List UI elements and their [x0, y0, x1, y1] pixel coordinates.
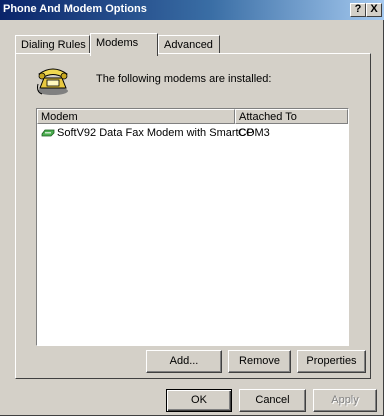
title-bar[interactable]: Phone And Modem Options ? X	[0, 0, 384, 20]
intro-text: The following modems are installed:	[96, 73, 272, 85]
close-button[interactable]: X	[366, 3, 382, 17]
tab-advanced[interactable]: Advanced	[158, 35, 220, 54]
modem-list[interactable]: Modem Attached To SoftV92 Data Fax Modem…	[36, 108, 349, 346]
ok-button[interactable]: OK	[166, 389, 232, 412]
phone-and-modem-options-dialog: Phone And Modem Options ? X Dialing Rule…	[0, 0, 384, 416]
list-header: Modem Attached To	[37, 109, 348, 124]
phone-modem-icon	[37, 68, 68, 95]
column-header-modem[interactable]: Modem	[37, 109, 235, 124]
cancel-button[interactable]: Cancel	[239, 389, 306, 412]
apply-button[interactable]: Apply	[313, 389, 377, 412]
modem-name: SoftV92 Data Fax Modem with SmartCP	[57, 127, 254, 139]
column-header-attached-to[interactable]: Attached To	[235, 109, 348, 124]
add-button[interactable]: Add...	[146, 350, 222, 373]
modem-icon	[41, 129, 55, 137]
modem-name-cell: SoftV92 Data Fax Modem with SmartCP	[41, 126, 254, 140]
modems-tab-panel: The following modems are installed: Mode…	[15, 53, 371, 379]
tab-modems[interactable]: Modems	[90, 33, 158, 56]
window-title: Phone And Modem Options	[3, 3, 147, 15]
attached-to-cell: COM3	[238, 127, 270, 139]
help-button[interactable]: ?	[350, 3, 366, 17]
properties-button[interactable]: Properties	[297, 350, 366, 373]
remove-button[interactable]: Remove	[228, 350, 291, 373]
modem-row[interactable]: SoftV92 Data Fax Modem with SmartCP COM3	[37, 125, 348, 141]
tab-dialing-rules[interactable]: Dialing Rules	[15, 35, 90, 54]
